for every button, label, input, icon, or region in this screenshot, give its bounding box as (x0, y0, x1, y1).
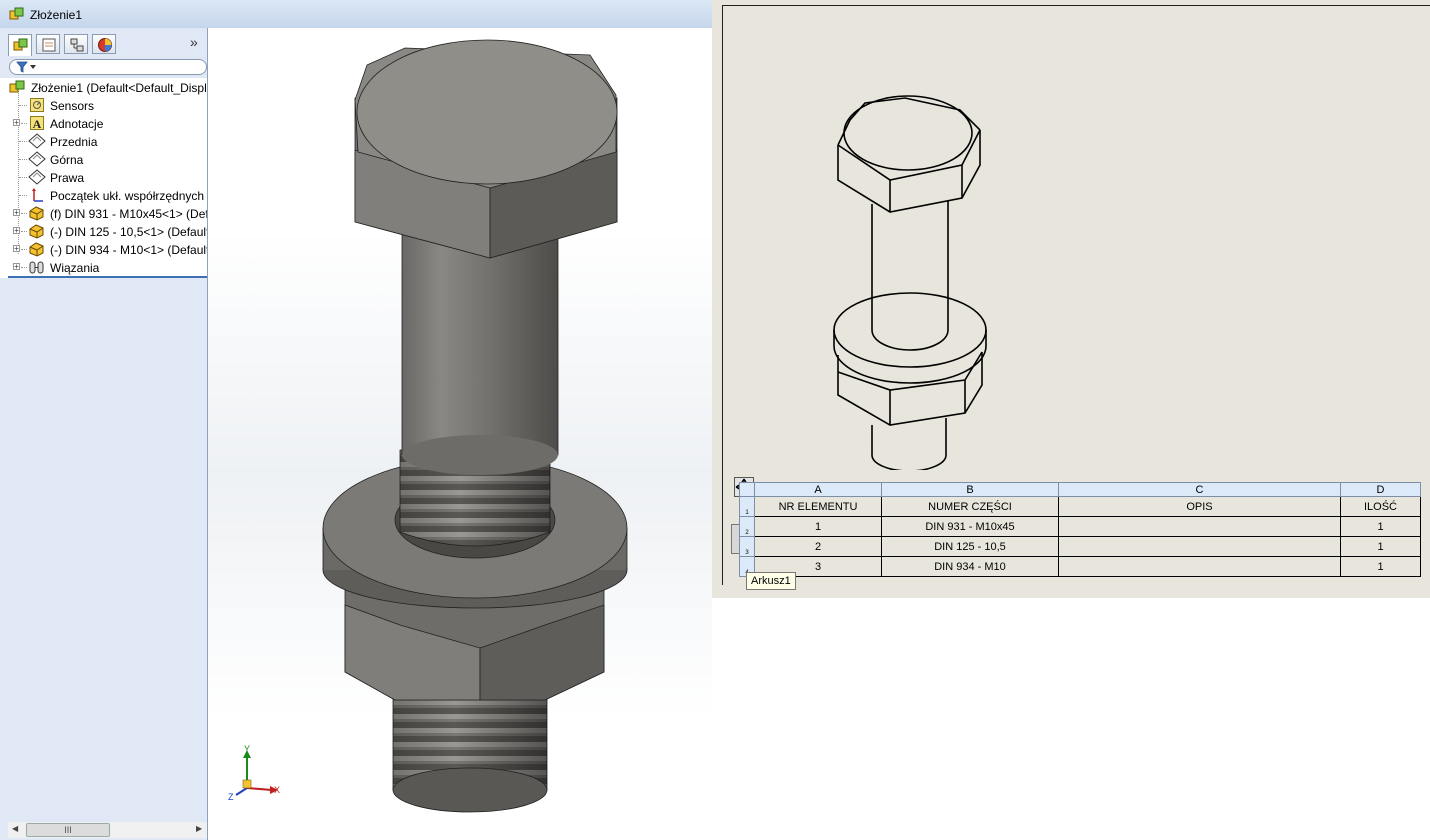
tree-item-part-washer[interactable]: + (-) DIN 125 - 10,5<1> (Default (0, 222, 207, 240)
bom-column-d[interactable]: D (1340, 482, 1421, 497)
bom-cell[interactable]: DIN 934 - M10 (881, 556, 1059, 577)
expand-toggle[interactable]: + (13, 209, 20, 217)
plane-icon (28, 151, 46, 167)
drawing-sheet[interactable]: A B C D 1 NR ELEMENTU NUMER CZĘŚCI OPIS … (712, 0, 1430, 598)
orientation-triad (235, 750, 278, 796)
isometric-drawing-view[interactable] (712, 0, 1012, 470)
tree-root-label: Złożenie1 (Default<Default_Displ (31, 81, 207, 95)
tree-separator (8, 276, 207, 278)
display-manager-icon (98, 38, 112, 52)
bom-cell[interactable]: 1 (754, 516, 882, 537)
bom-header-cell[interactable]: NR ELEMENTU (754, 496, 882, 517)
bom-column-c[interactable]: C (1058, 482, 1341, 497)
tree-item-mates[interactable]: + Wiązania (0, 258, 207, 276)
tree-item-part-nut[interactable]: + (-) DIN 934 - M10<1> (Default (0, 240, 207, 258)
triad-z-label: Z (228, 792, 234, 802)
tree-item-sensors[interactable]: Sensors (0, 96, 207, 114)
bom-row-number[interactable]: 2 (739, 516, 755, 537)
tree-item-right-plane[interactable]: Prawa (0, 168, 207, 186)
tree-item-part-bolt[interactable]: + (f) DIN 931 - M10x45<1> (Def (0, 204, 207, 222)
bom-header-cell[interactable]: ILOŚĆ (1340, 496, 1421, 517)
assembly-window: Złożenie1 » Złożenie1 (Default<Default_D… (0, 0, 712, 840)
part-icon (29, 206, 44, 221)
bom-column-header-row: A B C D (739, 482, 1421, 497)
triad-x-label: X (274, 785, 281, 795)
sheet-tab-tooltip[interactable]: Arkusz1 (746, 572, 796, 590)
feature-filter-input[interactable] (9, 59, 207, 75)
bom-row-number[interactable]: 3 (739, 536, 755, 557)
bom-cell[interactable] (1058, 516, 1341, 537)
bom-cell[interactable] (1058, 536, 1341, 557)
bom-column-b[interactable]: B (881, 482, 1059, 497)
annotations-icon: A (30, 116, 44, 131)
table-row: 4 3 DIN 934 - M10 1 (739, 556, 1421, 577)
scroll-right-icon[interactable]: ▶ (196, 824, 202, 833)
bom-cell[interactable]: 2 (754, 536, 882, 557)
bom-cell[interactable] (1058, 556, 1341, 577)
bom-cell[interactable]: 1 (1340, 536, 1421, 557)
bill-of-materials-table[interactable]: A B C D 1 NR ELEMENTU NUMER CZĘŚCI OPIS … (739, 482, 1421, 577)
tree-root-assembly[interactable]: Złożenie1 (Default<Default_Displ (0, 78, 207, 96)
feature-manager-panel: » Złożenie1 (Default<Default_Displ Senso… (0, 28, 208, 840)
expand-toggle[interactable]: + (13, 245, 20, 253)
tab-feature-manager[interactable] (8, 34, 32, 56)
assembly-icon (9, 80, 25, 93)
sensors-icon (30, 98, 44, 112)
feature-tree-icon (13, 38, 28, 51)
property-manager-icon (42, 38, 56, 52)
tab-configuration-manager[interactable] (64, 34, 88, 54)
expand-toggle[interactable]: + (13, 263, 20, 271)
panel-tabs: » (0, 28, 207, 58)
bom-row-number[interactable]: 1 (739, 496, 755, 517)
panel-more-button[interactable]: » (190, 34, 198, 50)
bom-column-a[interactable]: A (754, 482, 882, 497)
bom-cell[interactable]: 1 (1340, 556, 1421, 577)
part-icon (29, 242, 44, 257)
bom-header-cell[interactable]: NUMER CZĘŚCI (881, 496, 1059, 517)
triad-y-label: Y (244, 744, 251, 754)
bom-cell[interactable]: DIN 931 - M10x45 (881, 516, 1059, 537)
title-bar: Złożenie1 (0, 0, 712, 29)
expand-toggle[interactable]: + (13, 227, 20, 235)
bom-cell[interactable]: 1 (1340, 516, 1421, 537)
table-row: 2 1 DIN 931 - M10x45 1 (739, 516, 1421, 537)
scroll-left-icon[interactable]: ◀ (12, 824, 18, 833)
filter-icon (16, 61, 36, 73)
tree-item-origin[interactable]: Początek ukł. współrzędnych (0, 186, 207, 204)
feature-tree: Złożenie1 (Default<Default_Displ Sensors… (0, 78, 207, 278)
scrollbar-thumb[interactable]: III (26, 823, 110, 837)
tab-display-manager[interactable] (92, 34, 116, 54)
svg-text:A: A (33, 117, 42, 131)
configuration-manager-icon (70, 38, 84, 52)
expand-toggle[interactable]: + (13, 119, 20, 127)
mates-icon (29, 261, 44, 274)
window-title: Złożenie1 (30, 8, 83, 22)
tab-property-manager[interactable] (36, 34, 60, 54)
table-row: 3 2 DIN 125 - 10,5 1 (739, 536, 1421, 557)
horizontal-scrollbar[interactable]: ◀ III ▶ (8, 822, 207, 838)
assembly-icon (9, 7, 24, 20)
bolt-assembly-model[interactable] (208, 28, 712, 840)
bom-cell[interactable]: DIN 125 - 10,5 (881, 536, 1059, 557)
origin-icon (32, 188, 43, 202)
graphics-viewport[interactable]: Y X Z (208, 28, 712, 840)
plane-icon (28, 169, 46, 185)
tree-item-top-plane[interactable]: Górna (0, 150, 207, 168)
tree-item-front-plane[interactable]: Przednia (0, 132, 207, 150)
bom-header-row: 1 NR ELEMENTU NUMER CZĘŚCI OPIS ILOŚĆ (739, 496, 1421, 517)
part-icon (29, 224, 44, 239)
plane-icon (28, 133, 46, 149)
tree-item-annotations[interactable]: + A Adnotacje (0, 114, 207, 132)
bom-header-cell[interactable]: OPIS (1058, 496, 1341, 517)
